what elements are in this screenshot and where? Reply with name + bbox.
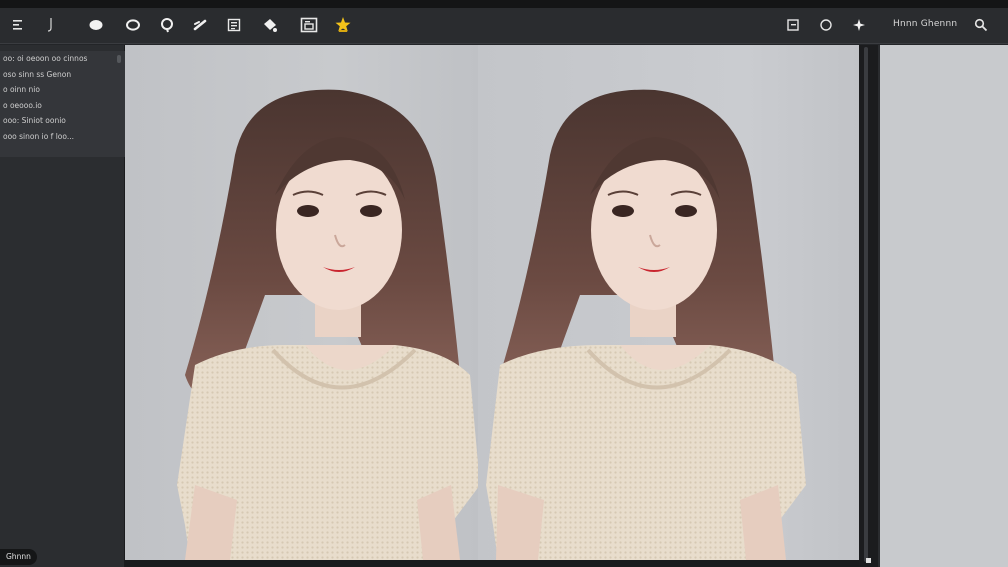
scrollbar-thumb[interactable]	[864, 47, 868, 562]
fill-ellipse-icon[interactable]	[84, 14, 108, 36]
bucket-icon[interactable]	[258, 14, 282, 36]
image-canvas[interactable]	[125, 45, 859, 560]
layers-panel-icon[interactable]	[222, 14, 246, 36]
layer-item[interactable]: o oinn nio	[0, 82, 125, 98]
comparison-pane-right[interactable]	[478, 45, 859, 560]
horizontal-scrollbar[interactable]	[125, 560, 865, 567]
export-icon[interactable]	[781, 14, 805, 36]
toolbar: Hnnn Ghennn	[0, 8, 1008, 44]
menu-icon[interactable]	[6, 14, 30, 36]
title-strip	[0, 0, 1008, 8]
line-tool-icon[interactable]	[188, 14, 212, 36]
layer-item[interactable]: ooo: Siniot oonio	[0, 113, 125, 129]
layer-item[interactable]: ooo sinon io f loo...	[0, 129, 125, 145]
account-label[interactable]: Hnnn Ghennn	[893, 19, 957, 29]
favorite-star-icon[interactable]	[331, 14, 355, 36]
portrait-image-right	[486, 89, 806, 560]
frame-icon[interactable]	[297, 14, 321, 36]
layer-list-scrollbar[interactable]	[117, 55, 121, 63]
vertical-scrollbar[interactable]	[859, 45, 878, 567]
portrait-image-left	[177, 89, 478, 560]
circle-icon[interactable]	[814, 14, 838, 36]
resize-handle[interactable]	[866, 558, 871, 563]
status-badge: Ghnnn	[0, 549, 37, 565]
sparkle-icon[interactable]	[847, 14, 871, 36]
properties-panel	[878, 45, 1008, 567]
brush-icon[interactable]	[38, 14, 62, 36]
comparison-pane-left[interactable]	[125, 45, 478, 560]
layer-item[interactable]: oo: oi oeoon oo cinnos	[0, 51, 125, 67]
app-window: Hnnn Ghennn oo: oi oeoon oo cinnos oso s…	[0, 0, 1008, 567]
layer-list: oo: oi oeoon oo cinnos oso sinn ss Genon…	[0, 51, 125, 157]
layer-item[interactable]: oso sinn ss Genon	[0, 67, 125, 83]
search-icon[interactable]	[969, 14, 993, 36]
ellipse-outline-icon[interactable]	[121, 14, 145, 36]
layer-item[interactable]: o oeooo.io	[0, 98, 125, 114]
layers-sidebar: oo: oi oeoon oo cinnos oso sinn ss Genon…	[0, 45, 125, 567]
lasso-icon[interactable]	[155, 14, 179, 36]
